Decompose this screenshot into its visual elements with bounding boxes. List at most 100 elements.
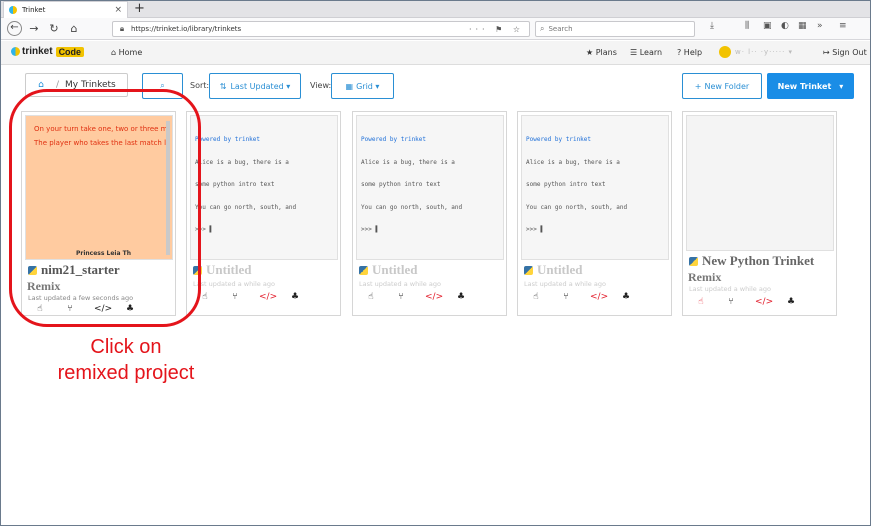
forward-icon[interactable]: → xyxy=(26,22,42,35)
card-title[interactable]: Untitled xyxy=(524,262,583,278)
card-caption: Untitled Last updated a while ago ☝ ⑂ </… xyxy=(353,260,506,315)
embed-code-icon[interactable]: </> xyxy=(259,292,277,302)
graduation-icon: ☰ xyxy=(630,48,638,57)
preview-line: You can go north, south, and xyxy=(361,203,463,211)
learn-label: Learn xyxy=(639,48,663,57)
new-folder-label: New Folder xyxy=(704,81,750,91)
home-icon: ⌂ xyxy=(111,48,117,57)
card-title[interactable]: New Python Trinket xyxy=(689,253,814,269)
new-trinket-button[interactable]: New Trinket ▾ xyxy=(767,73,854,99)
star-icon: ★ xyxy=(586,48,594,57)
open-hand-icon[interactable]: ☝ xyxy=(365,292,377,302)
address-bar[interactable]: 🔒︎ https://trinket.io/library/trinkets ·… xyxy=(112,21,530,37)
annotation-line: Click on xyxy=(90,336,162,358)
fork-icon[interactable]: ⑂ xyxy=(229,292,241,302)
card-actions: ☝ ⑂ </> ♣ xyxy=(365,292,467,302)
preview-line: some python intro text xyxy=(195,181,275,188)
share-users-icon[interactable]: ♣ xyxy=(785,297,797,307)
trinket-card-untitled[interactable]: Powered by trinket Alice is a bug, there… xyxy=(517,111,672,316)
downloads-icon[interactable]: ⤓ xyxy=(710,21,714,31)
user-avatar[interactable] xyxy=(719,46,731,58)
preview-line: >>> ▌ xyxy=(361,226,380,233)
card-title[interactable]: Untitled xyxy=(193,262,252,278)
preview-line: Alice is a bug, there is a xyxy=(195,158,289,166)
trinket-preview[interactable]: Powered by trinket Alice is a bug, there… xyxy=(356,115,504,260)
preview-line: some python intro text xyxy=(361,181,441,188)
learn-link[interactable]: ☰ Learn xyxy=(630,48,662,57)
trinket-preview[interactable]: Powered by trinket Alice is a bug, there… xyxy=(190,115,338,260)
card-actions: ☝ ⑂ </> ♣ xyxy=(199,292,301,302)
tab-trinket[interactable]: Trinket × xyxy=(3,1,128,18)
embed-code-icon[interactable]: </> xyxy=(425,292,443,302)
new-tab-button[interactable]: + xyxy=(134,1,145,18)
open-hand-icon[interactable]: ☝ xyxy=(530,292,542,302)
share-users-icon[interactable]: ♣ xyxy=(620,292,632,302)
sort-label: Sort: xyxy=(190,81,210,90)
new-folder-button[interactable]: + New Folder xyxy=(682,73,762,99)
home-label: Home xyxy=(118,48,143,57)
user-menu[interactable]: w· l·· ·y····· ▾ xyxy=(735,48,793,56)
menu-icon[interactable]: ≡ xyxy=(839,21,847,31)
view-dropdown[interactable]: ▦ Grid ▾ xyxy=(331,73,394,99)
python-icon xyxy=(359,265,368,275)
back-icon[interactable]: ← xyxy=(7,21,22,36)
close-tab-icon[interactable]: × xyxy=(114,5,122,15)
card-updated: Last updated a while ago xyxy=(193,280,275,288)
card-updated: Last updated a while ago xyxy=(524,280,606,288)
home-link[interactable]: ⌂ Home xyxy=(111,48,142,57)
extension-icon[interactable]: ◐ xyxy=(781,21,789,31)
plans-label: Plans xyxy=(595,48,617,57)
card-updated: Last updated a while ago xyxy=(359,280,441,288)
plans-link[interactable]: ★ Plans xyxy=(586,48,617,57)
container-icon[interactable]: ▦ xyxy=(798,21,807,31)
sort-value: Last Updated ▾ xyxy=(230,81,291,91)
card-subtitle: Remix xyxy=(688,270,722,284)
sort-dropdown[interactable]: ⇅ Last Updated ▾ xyxy=(209,73,301,99)
plus-circle-icon: + xyxy=(694,81,702,91)
share-users-icon[interactable]: ♣ xyxy=(455,292,467,302)
url-text: https://trinket.io/library/trinkets xyxy=(131,25,242,33)
help-link[interactable]: ? Help xyxy=(677,48,702,57)
trinket-card-untitled[interactable]: Powered by trinket Alice is a bug, there… xyxy=(186,111,341,316)
trinket-preview[interactable] xyxy=(686,115,834,251)
sign-out-icon: ↦ xyxy=(823,48,830,57)
overflow-icon[interactable]: » xyxy=(817,21,823,31)
library-icon[interactable]: ⫼ xyxy=(745,21,749,31)
navigation-bar: ← → ↻ ⌂ 🔒︎ https://trinket.io/library/tr… xyxy=(1,18,870,40)
card-caption: Untitled Last updated a while ago ☝ ⑂ </… xyxy=(518,260,671,315)
embed-code-icon[interactable]: </> xyxy=(755,297,773,307)
reload-icon[interactable]: ↻ xyxy=(46,22,62,35)
fork-icon[interactable]: ⑂ xyxy=(395,292,407,302)
preview-line: >>> ▌ xyxy=(195,226,214,233)
search-icon: ⌕ xyxy=(540,24,545,33)
preview-line: You can go north, south, and xyxy=(526,203,628,211)
search-placeholder: Search xyxy=(548,25,573,33)
trinket-card-new-python-trinket[interactable]: New Python Trinket Remix Last updated a … xyxy=(682,111,837,316)
preview-line: >>> ▌ xyxy=(526,226,545,233)
fork-icon[interactable]: ⑂ xyxy=(560,292,572,302)
embed-code-icon[interactable]: </> xyxy=(590,292,608,302)
trinket-logo[interactable]: trinket Code xyxy=(11,46,85,57)
trinket-preview[interactable]: Powered by trinket Alice is a bug, there… xyxy=(521,115,669,260)
logo-text: trinket xyxy=(22,46,53,57)
page-actions-icon[interactable]: ··· ⚑ ☆ xyxy=(469,25,529,34)
fork-icon[interactable]: ⑂ xyxy=(725,297,737,307)
preview-line: You can go north, south, and xyxy=(195,203,297,211)
sign-out-link[interactable]: ↦ Sign Out xyxy=(823,48,867,57)
card-updated: Last updated a while ago xyxy=(689,285,771,293)
browser-window: Trinket × + ← → ↻ ⌂ 🔒︎ https://trinket.i… xyxy=(0,0,871,526)
trinket-card-untitled[interactable]: Powered by trinket Alice is a bug, there… xyxy=(352,111,507,316)
view-value: Grid ▾ xyxy=(356,81,380,91)
powered-by-trinket: Powered by trinket xyxy=(361,136,427,143)
preview-line: Alice is a bug, there is a xyxy=(526,158,620,166)
sidebar-icon[interactable]: ▣ xyxy=(763,21,772,31)
open-hand-icon[interactable]: ☝ xyxy=(199,292,211,302)
new-trinket-label: New Trinket xyxy=(777,81,832,91)
card-title[interactable]: Untitled xyxy=(359,262,418,278)
home-icon[interactable]: ⌂ xyxy=(66,22,82,35)
open-hand-icon[interactable]: ☝ xyxy=(695,297,707,307)
card-caption: New Python Trinket Remix Last updated a … xyxy=(683,251,836,307)
sign-out-label: Sign Out xyxy=(832,48,867,57)
search-input[interactable]: ⌕ Search xyxy=(535,21,695,37)
share-users-icon[interactable]: ♣ xyxy=(289,292,301,302)
